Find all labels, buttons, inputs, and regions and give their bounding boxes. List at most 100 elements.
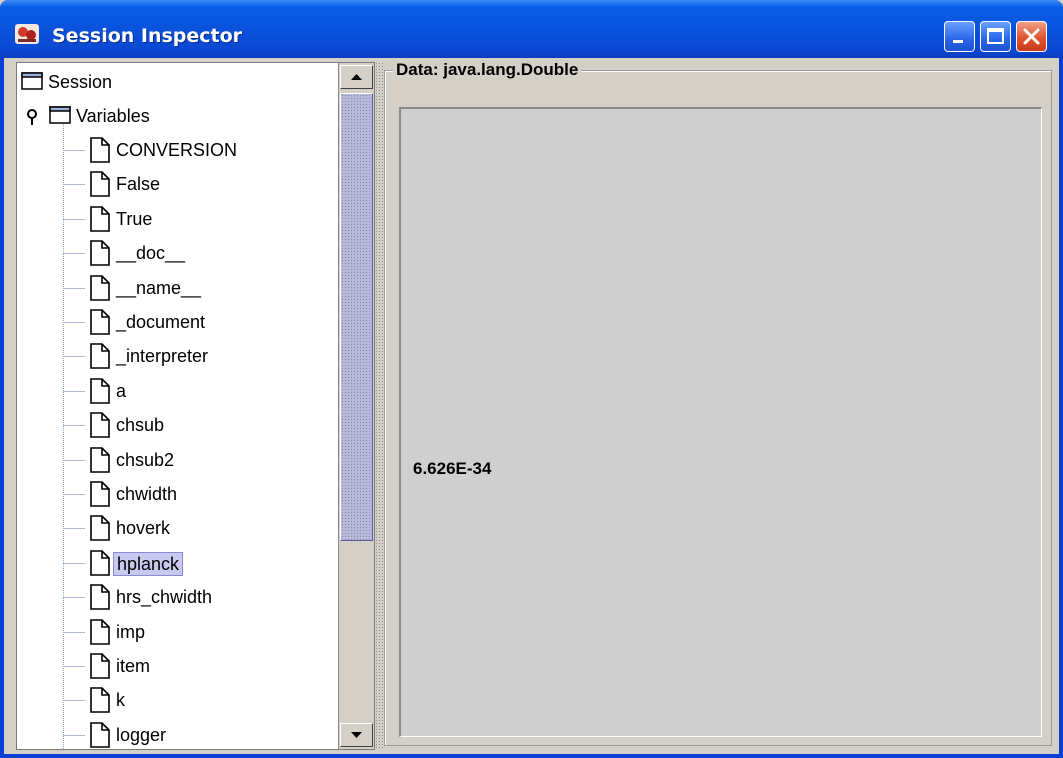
tree-node-label: True <box>116 208 153 229</box>
tree-node-variable[interactable]: __name__ <box>17 271 338 305</box>
tree-connector-line <box>63 356 85 358</box>
tree-node-variable[interactable]: CONVERSION <box>17 133 338 167</box>
scroll-thumb[interactable] <box>340 93 373 541</box>
tree-connector-line <box>63 666 85 667</box>
document-icon <box>90 240 110 266</box>
tree-node-variable[interactable]: __doc__ <box>17 236 338 270</box>
document-icon <box>90 171 110 198</box>
tree-connector-line <box>63 150 85 151</box>
tree-connector-line <box>63 631 85 633</box>
minimize-button[interactable] <box>944 21 975 52</box>
tree-node-label: False <box>116 174 161 195</box>
tree-connector-line <box>63 597 85 599</box>
document-icon <box>90 687 110 714</box>
tree-node-variable[interactable]: chsub <box>17 408 338 442</box>
tree-connector-line <box>63 287 85 289</box>
tree-node-label: chwidth <box>116 484 178 504</box>
tree-node-variable[interactable]: hrs_chwidth <box>17 580 338 614</box>
tree-node-label: chsub2 <box>116 449 175 470</box>
variables-tree[interactable]: Session Variables CONVERSION False True __d… <box>17 63 338 749</box>
tree-connector-line <box>63 184 85 186</box>
folder-icon <box>49 106 71 124</box>
tree-node-variable[interactable]: a <box>17 374 338 408</box>
data-value-text: 6.626E-34 <box>413 459 492 478</box>
tree-node-label: item <box>116 656 151 676</box>
tree-connector-line <box>63 562 85 564</box>
tree-node-variable[interactable]: True <box>17 202 338 236</box>
tree-node-label: logger <box>116 724 167 745</box>
tree-node-variable[interactable]: logger <box>17 718 338 749</box>
tree-node-label: imp <box>116 621 146 642</box>
minimize-icon <box>953 40 963 43</box>
document-icon <box>90 446 110 473</box>
tree-connector-line <box>63 425 85 427</box>
tree-node-session[interactable]: Session <box>17 65 338 99</box>
tree-node-label: CONVERSION <box>116 140 238 160</box>
tree-node-variable[interactable]: item <box>17 649 338 683</box>
tree-node-variable[interactable]: k <box>17 683 338 717</box>
tree-connector-line <box>63 494 85 495</box>
data-group-box: Data: java.lang.Double 6.626E-34 <box>384 60 1052 746</box>
tree-node-variable[interactable]: hoverk <box>17 511 338 545</box>
tree-connector-line <box>63 390 85 392</box>
tree-node-label: k <box>116 690 125 711</box>
tree-node-variable[interactable]: hplanck <box>17 546 338 580</box>
title-bar[interactable]: Session Inspector <box>0 0 1063 58</box>
tree-node-variable[interactable]: imp <box>17 615 338 649</box>
tree-node-variable[interactable]: _document <box>17 305 338 339</box>
tree-node-variable[interactable]: _interpreter <box>17 339 338 373</box>
arrow-up-icon <box>351 74 362 80</box>
document-icon <box>90 618 110 645</box>
tree-node-label: hrs_chwidth <box>116 587 213 608</box>
tree-node-label: chsub <box>116 415 165 436</box>
tree-node-variable[interactable]: chsub2 <box>17 443 338 477</box>
tree-node-label: a <box>116 380 127 401</box>
data-type-legend: Data: java.lang.Double <box>393 60 582 80</box>
document-icon <box>90 343 110 370</box>
document-icon <box>90 137 110 163</box>
document-icon <box>90 515 110 542</box>
document-icon <box>90 412 110 438</box>
document-icon <box>90 205 110 232</box>
maximize-icon <box>987 28 1004 44</box>
window-title: Session Inspector <box>52 25 243 47</box>
tree-node-label: __name__ <box>116 277 202 298</box>
tree-node-label-selected: hplanck <box>113 551 184 576</box>
tree-node-label: _document <box>116 312 206 332</box>
document-icon <box>90 653 110 679</box>
tree-node-label: hoverk <box>116 518 171 539</box>
tree-node-variables[interactable]: Variables <box>17 99 338 133</box>
expanded-handle-icon[interactable] <box>25 109 39 125</box>
tree-connector-line <box>63 528 85 530</box>
tree-node-label: Session <box>48 72 113 92</box>
tree-connector-line <box>63 459 85 461</box>
document-icon <box>90 584 110 610</box>
tree-node-variable[interactable]: chwidth <box>17 477 338 511</box>
document-icon <box>90 721 110 748</box>
tree-connector-line <box>63 700 85 702</box>
scroll-up-button[interactable] <box>340 65 373 89</box>
tree-node-label: Variables <box>76 106 150 126</box>
tree-node-variable[interactable]: False <box>17 167 338 201</box>
tree-connector-line <box>63 322 85 323</box>
tree-vertical-scrollbar[interactable] <box>338 63 374 749</box>
document-icon <box>90 309 110 335</box>
folder-icon <box>21 72 43 90</box>
tree-connector-line <box>63 218 85 220</box>
data-value-area: 6.626E-34 <box>399 107 1042 737</box>
tree-node-label: _interpreter <box>116 346 209 367</box>
tree-connector-line <box>63 734 85 736</box>
document-icon <box>90 274 110 301</box>
document-icon <box>90 377 110 404</box>
session-inspector-window: Session Inspector Session Variables CONV… <box>0 0 1063 758</box>
app-icon <box>15 24 39 44</box>
tree-connector-line <box>63 253 85 255</box>
window-client-area: Session Variables CONVERSION False True __d… <box>4 58 1059 754</box>
scroll-down-button[interactable] <box>340 723 373 747</box>
close-icon <box>1023 28 1040 45</box>
document-icon <box>90 549 110 576</box>
maximize-button[interactable] <box>980 21 1011 52</box>
close-button[interactable] <box>1016 21 1047 52</box>
arrow-down-icon <box>351 732 362 738</box>
variables-tree-pane: Session Variables CONVERSION False True __d… <box>16 62 375 750</box>
